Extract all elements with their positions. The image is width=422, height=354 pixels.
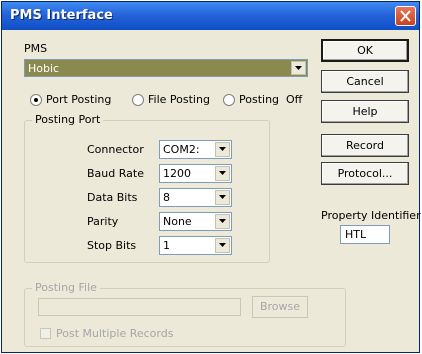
connector-label: Connector [87,143,144,156]
radio-file-posting[interactable] [132,94,144,106]
posting-file-title: Posting File [32,281,100,294]
stop-bits-value: 1 [163,239,170,252]
baud-rate-dropdown-arrow[interactable] [215,166,230,181]
parity-dropdown-arrow[interactable] [215,214,230,229]
radio-port-posting-label[interactable]: Port Posting [46,93,111,106]
stop-bits-select[interactable]: 1 [159,236,232,255]
help-button[interactable]: Help [321,100,409,123]
chevron-down-icon [219,171,226,175]
connector-value: COM2: [163,143,200,156]
radio-posting-off[interactable] [223,94,235,106]
radio-selected-dot [34,98,38,102]
property-identifier-value: HTL [345,228,367,241]
chevron-down-icon [219,147,226,151]
parity-value: None [163,215,192,228]
ok-button[interactable]: OK [321,39,409,62]
protocol-button[interactable]: Protocol... [321,162,409,185]
post-multiple-records-checkbox[interactable] [40,328,51,339]
property-identifier-label: Property Identifier [321,209,421,222]
cancel-button[interactable]: Cancel [321,70,409,93]
radio-port-posting[interactable] [30,94,42,106]
parity-select[interactable]: None [159,212,232,231]
close-icon [400,10,411,22]
chevron-down-icon [295,66,302,70]
record-format-button[interactable]: Record Format... [321,134,409,173]
posting-file-path-input[interactable] [38,298,241,316]
close-button[interactable] [395,6,416,26]
radio-posting-off-label[interactable]: Posting Off [239,93,302,106]
data-bits-label: Data Bits [87,191,138,204]
posting-port-title: Posting Port [32,113,104,126]
property-identifier-input[interactable]: HTL [340,225,390,244]
pms-select-value: Hobic [28,62,60,75]
pms-select[interactable]: Hobic [24,59,308,77]
chevron-down-icon [219,195,226,199]
data-bits-value: 8 [163,191,170,204]
radio-file-posting-label[interactable]: File Posting [148,93,210,106]
window-title: PMS Interface [10,8,113,23]
pms-dropdown-arrow[interactable] [291,61,306,75]
connector-dropdown-arrow[interactable] [215,142,230,157]
title-bar[interactable]: PMS Interface [2,2,419,30]
baud-rate-select[interactable]: 1200 [159,164,232,183]
connector-select[interactable]: COM2: [159,140,232,159]
posting-port-group [24,120,270,263]
post-multiple-records-label[interactable]: Post Multiple Records [56,327,173,340]
parity-label: Parity [87,215,119,228]
chevron-down-icon [219,219,226,223]
baud-rate-label: Baud Rate [87,167,144,180]
stop-bits-label: Stop Bits [87,239,137,252]
baud-rate-value: 1200 [163,167,191,180]
pms-interface-dialog: PMS Interface PMS Hobic Port Posting Fil… [1,1,421,353]
pms-label: PMS [24,42,48,55]
chevron-down-icon [219,243,226,247]
stop-bits-dropdown-arrow[interactable] [215,238,230,253]
data-bits-dropdown-arrow[interactable] [215,190,230,205]
browse-button[interactable]: Browse [252,296,308,318]
data-bits-select[interactable]: 8 [159,188,232,207]
